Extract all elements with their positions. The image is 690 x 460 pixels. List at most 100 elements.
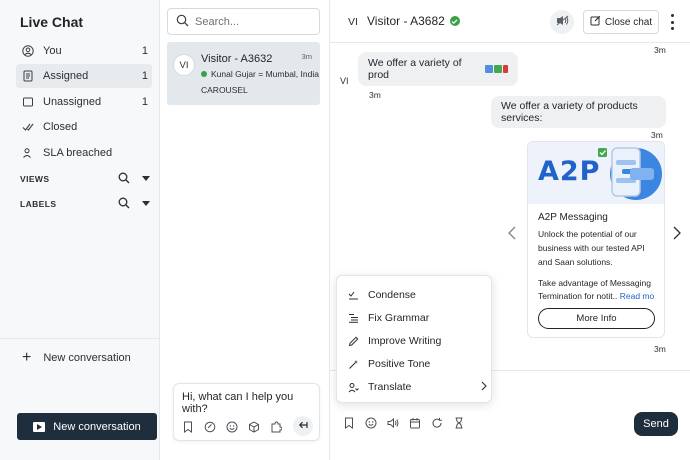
conversation-name: Visitor - A3632 [201,53,273,65]
sidebar-item-you[interactable]: You 1 [16,39,152,63]
puzzle-icon[interactable] [269,420,283,434]
views-section-label: VIEWS [20,174,50,184]
red-marker-emoji-icon [503,65,508,73]
composer-toolbar [342,416,466,430]
chat-header: VI Visitor - A3682 Close chat [330,0,690,43]
new-conversation-link[interactable]: + New conversation [22,349,131,366]
plus-icon: + [22,349,32,366]
emoji-icon[interactable] [364,416,378,430]
arrow-left-icon [298,420,308,433]
ai-menu-item-positive-tone[interactable]: Positive Tone [347,355,487,373]
person-alert-icon [22,147,34,159]
blue-square-emoji-icon [485,65,494,73]
inbox-icon [22,96,34,108]
message-avatar: VI [340,76,349,86]
sidebar-title: Live Chat [20,14,84,30]
card-description-2: Take advantage of Messaging Termination … [538,277,664,303]
more-options-icon[interactable] [669,14,675,30]
ai-menu-item-label: Fix Grammar [368,312,430,324]
phone-illustration-icon [598,147,662,200]
wand-icon [347,359,359,370]
list-icon [347,313,359,323]
sidebar-item-label: You [43,45,62,57]
send-button[interactable]: Send [634,412,678,436]
conversation-agent: Kunal Gujar = Mumbal, India [201,69,319,79]
message-time: 3m [654,45,666,55]
online-status-icon [201,71,207,77]
new-conversation-link-label: New conversation [43,352,131,364]
mute-button[interactable] [550,10,574,34]
document-icon [22,70,34,82]
search-icon [176,14,189,30]
avatar: VI [348,16,358,28]
caret-down-icon[interactable] [142,199,150,209]
chat-panel: VI Visitor - A3682 Close chat 3m VI We o… [330,0,690,460]
ai-menu-item-condense[interactable]: Condense [347,286,487,304]
sidebar-item-count: 1 [141,96,148,108]
close-chat-label: Close chat [604,16,653,28]
search-icon[interactable] [118,172,130,186]
refresh-icon[interactable] [430,416,444,430]
search-icon[interactable] [118,197,130,211]
conversation-agent-text: Kunal Gujar = Mumbal, India [211,69,319,79]
views-section: VIEWS [20,172,150,186]
card-description: Unlock the potential of our business wit… [538,229,645,267]
emoji-icon[interactable] [225,420,239,434]
sidebar-item-closed[interactable]: Closed [16,115,152,139]
sidebar-item-label: Closed [43,121,78,133]
carousel-card: A2P A2P Messaging Unlock the potential o… [527,141,665,338]
ai-menu-item-improve-writing[interactable]: Improve Writing [347,332,487,350]
conversation-last-message: CAROUSEL [201,85,248,95]
chat-title: Visitor - A3682 [367,14,460,28]
double-check-icon [22,121,34,133]
read-more-link[interactable]: Read mo [620,291,655,301]
new-conversation-button[interactable]: New conversation [17,413,157,440]
message-time: 3m [651,130,663,140]
sidebar-divider [0,338,160,339]
ai-menu-item-label: Condense [368,289,416,301]
message-time: 3m [654,344,666,354]
attachment-icon[interactable] [203,420,217,434]
edit-square-icon [590,15,601,29]
close-chat-button[interactable]: Close chat [583,10,659,34]
search-input[interactable] [195,15,315,28]
sidebar-item-label: Assigned [43,70,89,82]
audio-icon[interactable] [386,416,400,430]
cube-icon[interactable] [247,420,261,434]
pencil-icon [347,336,359,347]
quick-reply-toolbar [181,420,283,434]
hourglass-icon[interactable] [452,416,466,430]
verified-check-icon [449,16,460,26]
user-icon [22,45,34,57]
search-box[interactable] [167,8,320,35]
play-icon [33,421,46,432]
ai-menu-item-label: Positive Tone [368,358,431,370]
sidebar-item-assigned[interactable]: Assigned 1 [16,64,152,88]
conversation-list: VI Visitor - A3632 3m Kunal Gujar = Mumb… [160,0,330,460]
sidebar-item-unassigned[interactable]: Unassigned 1 [16,90,152,114]
mute-icon [556,15,569,29]
calendar-icon[interactable] [408,416,422,430]
caret-down-icon[interactable] [142,174,150,184]
quick-reply-box[interactable]: Hi, what can I help you with? [173,383,320,441]
more-info-button[interactable]: More Info [538,308,655,329]
new-conversation-button-label: New conversation [53,420,141,433]
conversation-item[interactable]: VI Visitor - A3632 3m Kunal Gujar = Mumb… [167,42,320,105]
carousel-prev-icon[interactable] [508,226,516,245]
message-text: We offer a variety of products services: [501,100,638,124]
bookmark-icon[interactable] [181,420,195,434]
ai-menu-item-label: Improve Writing [368,335,442,347]
labels-section-label: LABELS [20,199,57,209]
green-check-emoji-icon [494,65,503,73]
carousel-next-icon[interactable] [673,226,681,245]
card-title: A2P Messaging [538,212,608,223]
ai-menu-item-translate[interactable]: Translate [347,378,487,396]
ai-menu-item-fix-grammar[interactable]: Fix Grammar [347,309,487,327]
sidebar-item-label: SLA breached [43,147,113,159]
insert-reply-button[interactable] [293,416,313,436]
avatar: VI [173,54,195,76]
sidebar-item-sla-breached[interactable]: SLA breached [16,141,152,165]
sidebar-item-count: 1 [141,70,148,82]
outgoing-message: We offer a variety of products services: [491,96,666,128]
bookmark-icon[interactable] [342,416,356,430]
